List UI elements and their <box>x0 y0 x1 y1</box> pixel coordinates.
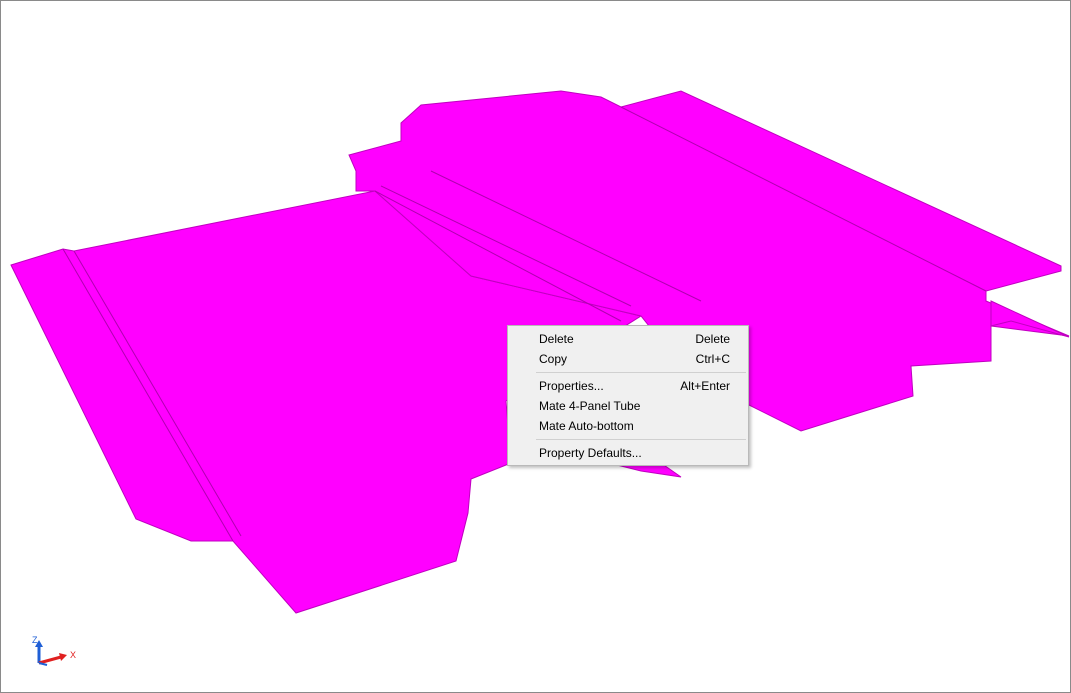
menu-item-shortcut: Ctrl+C <box>695 352 730 366</box>
menu-item-property-defaults[interactable]: Property Defaults... <box>508 443 748 463</box>
menu-item-copy[interactable]: Copy Ctrl+C <box>508 349 748 369</box>
menu-item-label: Mate 4-Panel Tube <box>539 399 641 413</box>
menu-item-label: Property Defaults... <box>539 446 642 460</box>
menu-item-properties[interactable]: Properties... Alt+Enter <box>508 376 748 396</box>
menu-item-shortcut: Alt+Enter <box>680 379 730 393</box>
x-axis-label: X <box>70 650 76 660</box>
3d-viewport[interactable]: Delete Delete Copy Ctrl+C Properties... … <box>0 0 1071 693</box>
axis-triad-icon: Z X <box>32 635 76 666</box>
menu-item-label: Mate Auto-bottom <box>539 419 634 433</box>
menu-item-mate-4-panel-tube[interactable]: Mate 4-Panel Tube <box>508 396 748 416</box>
right-flap <box>990 300 1070 338</box>
x-axis-line <box>38 655 62 665</box>
x-axis-arrow <box>59 653 67 661</box>
menu-item-shortcut: Delete <box>695 332 730 346</box>
menu-item-delete[interactable]: Delete Delete <box>508 329 748 349</box>
menu-item-label: Copy <box>539 352 568 366</box>
menu-item-label: Delete <box>539 332 574 346</box>
menu-item-label: Properties... <box>539 379 604 393</box>
menu-separator <box>536 372 746 373</box>
context-menu: Delete Delete Copy Ctrl+C Properties... … <box>507 325 749 466</box>
menu-separator <box>536 439 746 440</box>
menu-item-mate-auto-bottom[interactable]: Mate Auto-bottom <box>508 416 748 436</box>
z-axis-label: Z <box>32 635 38 645</box>
